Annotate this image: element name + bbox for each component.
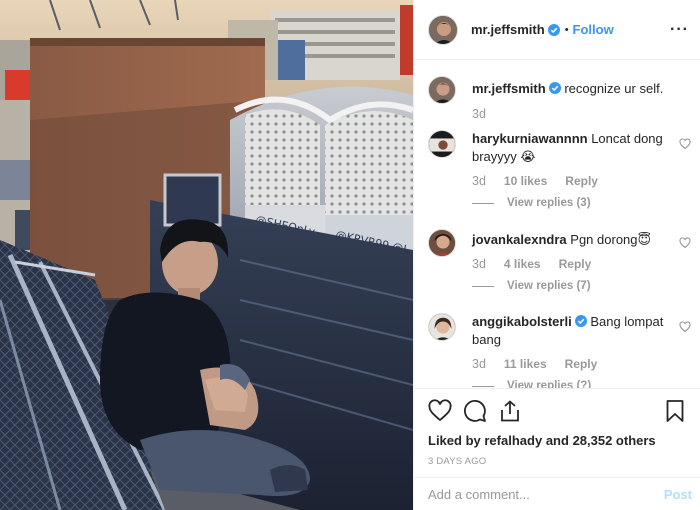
action-icons	[428, 399, 687, 423]
commenter-avatar[interactable]	[428, 130, 456, 158]
view-replies-button[interactable]: View replies (3)	[472, 197, 693, 209]
caption-text: recognize ur self.	[564, 81, 664, 96]
post-details-panel: mr.jeffsmith • Follow ··· mr.jeffsmith r…	[413, 0, 700, 510]
replies-divider	[472, 285, 494, 287]
like-comment-heart-icon[interactable]	[679, 321, 691, 333]
comment-text: Pgn dorong😇	[570, 232, 652, 247]
more-options-icon[interactable]: ···	[670, 21, 689, 39]
likes-summary: Liked by refalhady and 28,352 others	[428, 433, 687, 448]
comment-item: anggikabolsterli Bang lompat bang 3d 11 …	[428, 313, 693, 388]
comment-likes[interactable]: 11 likes	[504, 357, 547, 371]
caption-avatar[interactable]	[428, 76, 456, 104]
like-heart-icon[interactable]	[428, 399, 452, 423]
comment-bubble-icon[interactable]	[463, 399, 487, 423]
bookmark-icon[interactable]	[663, 399, 687, 423]
replies-divider	[472, 202, 494, 204]
verified-badge-icon	[548, 82, 561, 94]
comment-likes[interactable]: 10 likes	[504, 174, 547, 188]
verified-badge-icon	[547, 23, 560, 36]
comment-likes[interactable]: 4 likes	[504, 257, 541, 271]
author-avatar[interactable]	[428, 14, 458, 45]
reply-button[interactable]: Reply	[559, 257, 592, 271]
comment-time[interactable]: 3d	[472, 174, 486, 188]
view-replies-button[interactable]: View replies (7)	[472, 280, 693, 292]
reply-button[interactable]: Reply	[565, 174, 598, 188]
like-comment-heart-icon[interactable]	[679, 237, 691, 249]
post-comment-button[interactable]: Post	[664, 487, 692, 502]
like-comment-heart-icon[interactable]	[679, 138, 691, 150]
post-caption: mr.jeffsmith recognize ur self. 3d	[428, 76, 693, 121]
caption-time[interactable]: 3d	[472, 107, 486, 121]
comment-username[interactable]: harykurniawannnn	[472, 131, 588, 146]
comment-item: harykurniawannnn Loncat dong brayyyy 😭 3…	[428, 130, 693, 209]
comment-time[interactable]: 3d	[472, 357, 486, 371]
liked-by-prefix: Liked by	[428, 433, 481, 448]
view-replies-button[interactable]: View replies (?)	[472, 380, 693, 388]
post-header: mr.jeffsmith • Follow ···	[414, 0, 700, 60]
follow-button[interactable]: Follow	[573, 22, 614, 37]
replies-divider	[472, 385, 494, 387]
view-replies-label: View replies (7)	[507, 280, 591, 292]
comments-list[interactable]: mr.jeffsmith recognize ur self. 3d haryk…	[414, 61, 700, 388]
liked-by-others[interactable]: 28,352 others	[573, 433, 656, 448]
add-comment-bar: Post	[414, 477, 700, 510]
add-comment-input[interactable]	[428, 486, 664, 502]
comment-item: jovankalexndra Pgn dorong😇 3d 4 likes Re…	[428, 229, 693, 292]
post-photo[interactable]: @SHEOnLy @KRVR99 @J	[0, 0, 413, 510]
comment-time[interactable]: 3d	[472, 257, 486, 271]
verified-badge-icon	[574, 315, 587, 327]
comment-username[interactable]: anggikabolsterli	[472, 314, 572, 329]
author-username[interactable]: mr.jeffsmith	[471, 22, 545, 37]
view-replies-label: View replies (?)	[507, 380, 592, 388]
caption-username[interactable]: mr.jeffsmith	[472, 81, 546, 96]
view-replies-label: View replies (3)	[507, 197, 591, 209]
comment-username[interactable]: jovankalexndra	[472, 232, 567, 247]
share-icon[interactable]	[498, 399, 522, 423]
post-date[interactable]: 3 DAYS AGO	[428, 456, 687, 467]
commenter-avatar[interactable]	[428, 229, 456, 257]
rooftop-photo: @SHEOnLy @KRVR99 @J	[0, 0, 413, 510]
liked-by-user[interactable]: refalhady	[484, 433, 542, 448]
header-separator: •	[564, 23, 569, 36]
post-actions: Liked by refalhady and 28,352 others 3 D…	[414, 388, 700, 467]
instagram-post: @SHEOnLy @KRVR99 @J	[0, 0, 700, 510]
commenter-avatar[interactable]	[428, 313, 456, 341]
liked-by-and: and	[545, 433, 569, 448]
reply-button[interactable]: Reply	[565, 357, 598, 371]
